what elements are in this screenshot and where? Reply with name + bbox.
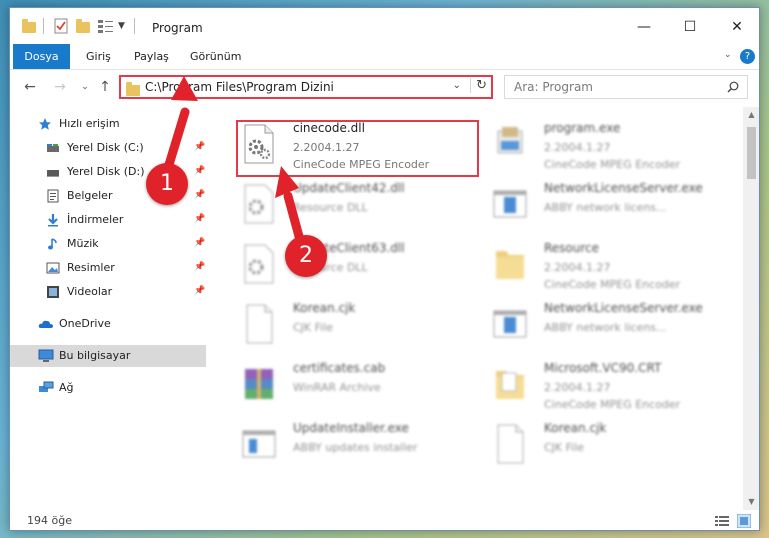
step-1-badge: 1 [146,163,188,205]
step-2-badge: 2 [285,235,327,277]
annotation-arrows [163,76,305,245]
